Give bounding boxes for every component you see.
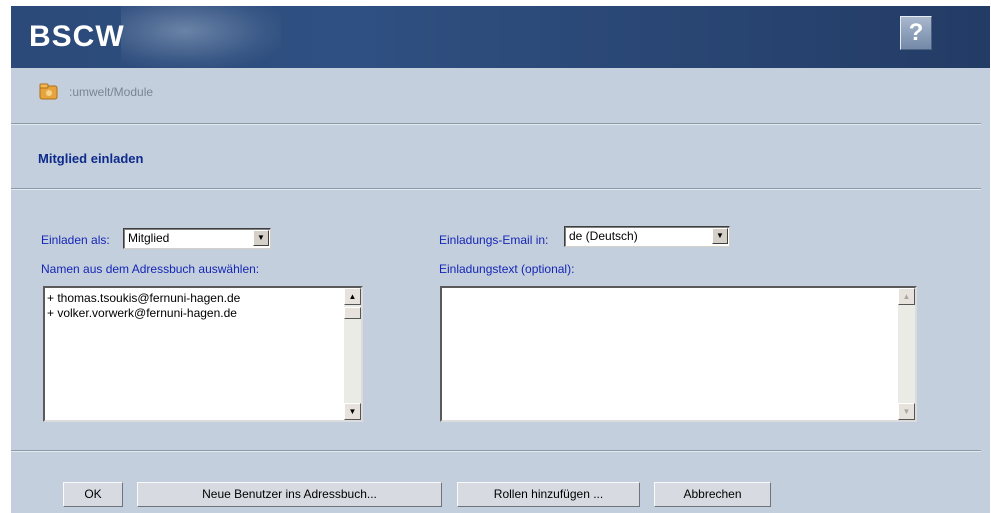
email-language-value: de (Deutsch)	[569, 229, 638, 243]
email-language-label: Einladungs-Email in:	[439, 233, 549, 247]
invite-as-select[interactable]: Mitglied ▼	[123, 228, 271, 249]
list-item[interactable]: + thomas.tsoukis@fernuni-hagen.de	[47, 291, 240, 306]
bscw-logo: BSCW	[29, 20, 125, 53]
page-title: Mitglied einladen	[38, 151, 144, 166]
divider	[11, 450, 981, 452]
header-banner: BSCW ?	[11, 6, 990, 68]
divider	[11, 188, 981, 190]
world-map-graphic	[121, 6, 281, 68]
scroll-up-icon[interactable]: ▲	[898, 288, 915, 305]
chevron-down-icon[interactable]: ▼	[712, 228, 728, 244]
vertical-scrollbar[interactable]: ▲ ▼	[344, 288, 361, 420]
breadcrumb-path[interactable]: :umwelt/Module	[69, 85, 153, 99]
scroll-down-icon[interactable]: ▼	[344, 403, 361, 420]
app-frame: BSCW ? :umwelt/Module Mitglied einladen …	[11, 6, 990, 513]
scroll-up-icon[interactable]: ▲	[344, 288, 361, 305]
vertical-scrollbar[interactable]: ▲ ▼	[898, 288, 915, 420]
add-roles-button[interactable]: Rollen hinzufügen ...	[457, 482, 640, 507]
email-language-select[interactable]: de (Deutsch) ▼	[564, 226, 730, 247]
cancel-button[interactable]: Abbrechen	[654, 482, 771, 507]
ok-button[interactable]: OK	[63, 482, 123, 507]
invite-text-label: Einladungstext (optional):	[439, 262, 575, 276]
names-list: + thomas.tsoukis@fernuni-hagen.de + volk…	[47, 291, 240, 321]
scroll-down-icon[interactable]: ▼	[898, 403, 915, 420]
list-item[interactable]: + volker.vorwerk@fernuni-hagen.de	[47, 306, 240, 321]
invite-text-area[interactable]: ▲ ▼	[440, 286, 917, 422]
scrollbar-thumb[interactable]	[344, 307, 361, 319]
chevron-down-icon[interactable]: ▼	[253, 230, 269, 246]
folder-icon	[39, 83, 58, 100]
invite-as-label: Einladen als:	[41, 233, 110, 247]
invite-as-value: Mitglied	[128, 231, 170, 245]
addressbook-label: Namen aus dem Adressbuch auswählen:	[41, 262, 260, 276]
help-button[interactable]: ?	[900, 16, 932, 50]
divider	[11, 123, 981, 125]
addressbook-names-list[interactable]: + thomas.tsoukis@fernuni-hagen.de + volk…	[43, 286, 363, 422]
new-users-addressbook-button[interactable]: Neue Benutzer ins Adressbuch...	[137, 482, 442, 507]
